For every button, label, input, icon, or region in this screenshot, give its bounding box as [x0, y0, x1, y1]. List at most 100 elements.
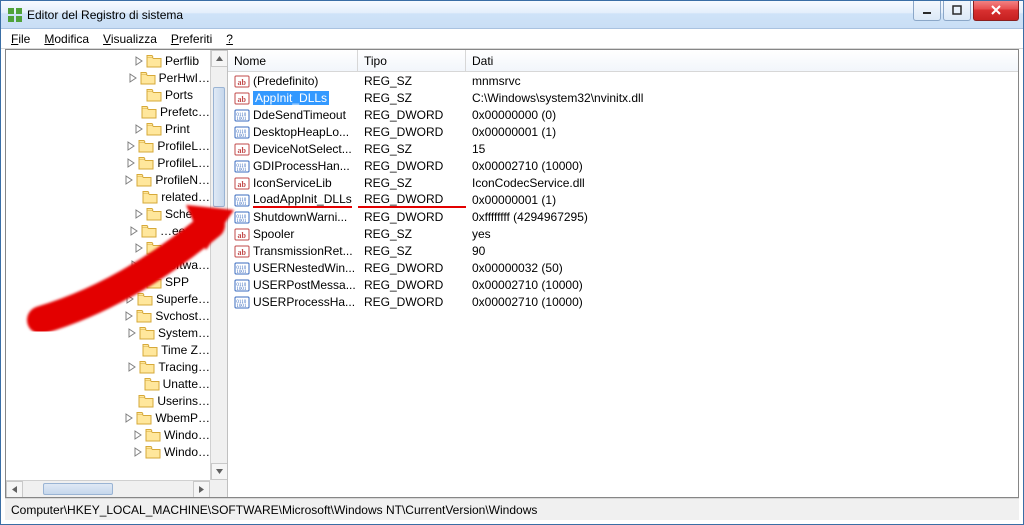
tree-expander-icon[interactable]	[134, 277, 144, 287]
tree-item[interactable]: …eedit…	[6, 222, 210, 239]
tree-scroll[interactable]: PerflibPerHwI…PortsPrefetc…PrintProfileL…	[6, 50, 210, 480]
scroll-corner	[210, 480, 227, 497]
cell-name: USERNestedWin...	[228, 260, 358, 276]
scroll-up-icon[interactable]	[211, 50, 228, 67]
list-row[interactable]: DdeSendTimeoutREG_DWORD0x00000000 (0)	[228, 106, 1018, 123]
list-body[interactable]: (Predefinito)REG_SZmnmsrvcAppInit_DLLsRE…	[228, 72, 1018, 497]
tree-item[interactable]: Ports	[6, 86, 210, 103]
list-row[interactable]: USERProcessHa...REG_DWORD0x00002710 (100…	[228, 293, 1018, 310]
menu-file[interactable]: File	[5, 30, 36, 48]
tree-item[interactable]: Windo…	[6, 443, 210, 460]
tree-expander-icon[interactable]	[127, 362, 137, 372]
cell-type: REG_SZ	[358, 244, 466, 258]
tree-expander-icon[interactable]	[133, 447, 143, 457]
tree-expander-icon[interactable]	[132, 379, 142, 389]
scroll-left-icon[interactable]	[6, 481, 23, 497]
tree-expander-icon[interactable]	[129, 107, 139, 117]
menu-preferiti[interactable]: Preferiti	[165, 30, 218, 48]
list-row[interactable]: TransmissionRet...REG_SZ90	[228, 242, 1018, 259]
tree-item[interactable]: PerHwI…	[6, 69, 210, 86]
list-row[interactable]: USERPostMessa...REG_DWORD0x00002710 (100…	[228, 276, 1018, 293]
tree-expander-icon[interactable]	[124, 413, 134, 423]
list-row[interactable]: (Predefinito)REG_SZmnmsrvc	[228, 72, 1018, 89]
list-row[interactable]: DesktopHeapLo...REG_DWORD0x00000001 (1)	[228, 123, 1018, 140]
folder-icon	[146, 88, 162, 102]
tree-item[interactable]: SPP	[6, 273, 210, 290]
tree-expander-icon[interactable]	[126, 141, 136, 151]
tree-item[interactable]: Svchost…	[6, 307, 210, 324]
tree-item[interactable]: ProfileL…	[6, 154, 210, 171]
tree-item[interactable]: Time Z…	[6, 341, 210, 358]
tree-item[interactable]: related…	[6, 188, 210, 205]
tree-hscrollbar[interactable]	[6, 480, 210, 497]
scroll-right-icon[interactable]	[193, 481, 210, 497]
list-row[interactable]: DeviceNotSelect...REG_SZ15	[228, 140, 1018, 157]
tree-item-label: System…	[158, 326, 210, 340]
tree-expander-icon[interactable]	[130, 260, 140, 270]
tree-item[interactable]: Unatte…	[6, 375, 210, 392]
list-header: Nome Tipo Dati	[228, 50, 1018, 72]
tree-expander-icon[interactable]	[128, 73, 138, 83]
tree-item[interactable]: setup	[6, 239, 210, 256]
tree-expander-icon[interactable]	[133, 430, 143, 440]
scroll-down-icon[interactable]	[211, 463, 228, 480]
tree-expander-icon[interactable]	[131, 192, 141, 202]
tree-item[interactable]: Userins…	[6, 392, 210, 409]
tree-expander-icon[interactable]	[124, 175, 134, 185]
tree-item[interactable]: System…	[6, 324, 210, 341]
col-name[interactable]: Nome	[228, 50, 358, 71]
list-row[interactable]: USERNestedWin...REG_DWORD0x00000032 (50)	[228, 259, 1018, 276]
list-row[interactable]: GDIProcessHan...REG_DWORD0x00002710 (100…	[228, 157, 1018, 174]
cell-name: (Predefinito)	[228, 73, 358, 89]
dword-value-icon	[234, 158, 250, 174]
tree-item[interactable]: Sche…	[6, 205, 210, 222]
tree-item[interactable]: Superfe…	[6, 290, 210, 307]
cell-data: 0x00002710 (10000)	[466, 295, 1018, 309]
list-row[interactable]: AppInit_DLLsREG_SZC:\Windows\system32\nv…	[228, 89, 1018, 106]
tree-item[interactable]: ProfileL…	[6, 137, 210, 154]
folder-icon	[136, 309, 152, 323]
tree-expander-icon[interactable]	[129, 226, 139, 236]
menu-visualizza[interactable]: Visualizza	[97, 30, 163, 48]
tree-expander-icon[interactable]	[124, 311, 134, 321]
tree-item[interactable]: Perflib	[6, 52, 210, 69]
maximize-button[interactable]	[943, 1, 971, 21]
value-name: DesktopHeapLo...	[253, 125, 349, 139]
close-button[interactable]	[973, 1, 1019, 21]
list-row[interactable]: SpoolerREG_SZyes	[228, 225, 1018, 242]
tree-expander-icon[interactable]	[130, 345, 140, 355]
col-data[interactable]: Dati	[466, 50, 1018, 71]
list-row[interactable]: IconServiceLibREG_SZIconCodecService.dll	[228, 174, 1018, 191]
tree-vscrollbar[interactable]	[210, 50, 227, 480]
tree-item[interactable]: Print	[6, 120, 210, 137]
tree-item[interactable]: WbemP…	[6, 409, 210, 426]
vscroll-thumb[interactable]	[213, 87, 225, 207]
tree-expander-icon[interactable]	[134, 243, 144, 253]
tree-expander-icon[interactable]	[134, 56, 144, 66]
tree-item[interactable]: Prefetc…	[6, 103, 210, 120]
menu-help[interactable]: ?	[220, 30, 239, 48]
tree-item-label: related…	[161, 190, 210, 204]
tree-expander-icon[interactable]	[134, 124, 144, 134]
hscroll-thumb[interactable]	[43, 483, 113, 495]
tree-item[interactable]: ProfileN…	[6, 171, 210, 188]
col-type[interactable]: Tipo	[358, 50, 466, 71]
list-pane: Nome Tipo Dati (Predefinito)REG_SZmnmsrv…	[228, 50, 1018, 497]
titlebar[interactable]: Editor del Registro di sistema	[1, 1, 1023, 29]
menu-modifica[interactable]: Modifica	[38, 30, 95, 48]
tree-expander-icon[interactable]	[134, 209, 144, 219]
tree-expander-icon[interactable]	[127, 396, 136, 406]
list-row[interactable]: LoadAppInit_DLLsREG_DWORD0x00000001 (1)	[228, 191, 1018, 208]
tree-expander-icon[interactable]	[125, 294, 135, 304]
tree-item[interactable]: Softwa…	[6, 256, 210, 273]
minimize-button[interactable]	[913, 1, 941, 21]
dword-value-icon	[234, 192, 250, 208]
tree-expander-icon[interactable]	[127, 328, 137, 338]
tree-item[interactable]: Tracing…	[6, 358, 210, 375]
string-value-icon	[234, 175, 250, 191]
tree-item[interactable]: Windo…	[6, 426, 210, 443]
tree-expander-icon[interactable]	[134, 90, 144, 100]
tree-expander-icon[interactable]	[126, 158, 136, 168]
list-row[interactable]: ShutdownWarni...REG_DWORD0xffffffff (429…	[228, 208, 1018, 225]
folder-icon	[146, 122, 162, 136]
